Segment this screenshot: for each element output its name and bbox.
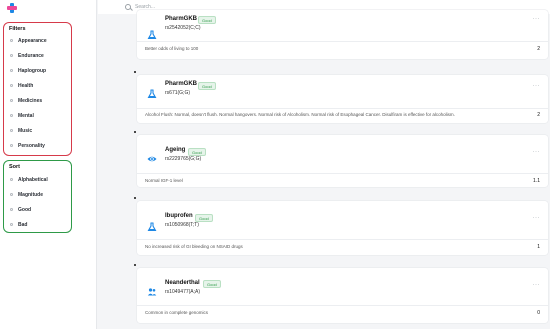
status-badge: Good <box>195 214 213 222</box>
flask-icon <box>147 27 157 40</box>
card-description: Better odds of living to 100 <box>145 46 199 51</box>
app-logo-icon[interactable] <box>7 3 17 13</box>
card-title: Neanderthal <box>165 280 200 286</box>
filter-personality[interactable]: Personality <box>10 141 45 150</box>
filter-appearance[interactable]: Appearance <box>10 36 47 45</box>
divider <box>137 305 548 306</box>
radio-icon[interactable] <box>10 208 13 211</box>
card-count: 2 <box>537 112 540 118</box>
list-bullet <box>134 197 136 199</box>
snp-card[interactable]: Ageing Good rs2229765(G;G) ··· Normal IG… <box>134 131 548 187</box>
card-rsid: rs671(G;G) <box>165 90 191 96</box>
radio-icon[interactable] <box>10 99 13 102</box>
filter-medicines[interactable]: Medicines <box>10 96 42 105</box>
status-badge: Good <box>203 280 221 288</box>
more-options-icon[interactable]: ··· <box>533 83 541 89</box>
card-title: Ageing <box>165 147 186 153</box>
radio-icon[interactable] <box>10 178 13 181</box>
sort-panel: Sort Alphabetical Magnitude Good Bad <box>3 160 72 233</box>
radio-icon[interactable] <box>10 54 13 57</box>
sidebar: Filters Appearance Endurance Haplogroup … <box>0 0 97 329</box>
status-badge: Good <box>198 16 216 24</box>
radio-icon[interactable] <box>10 129 13 132</box>
card-title: PharmGKB <box>165 81 198 87</box>
snp-card[interactable]: PharmGKB Good rs2542052(C;C) ··· Better … <box>137 10 548 59</box>
flask-icon <box>147 86 157 99</box>
sort-magnitude[interactable]: Magnitude <box>10 190 43 199</box>
sort-title: Sort <box>9 164 20 170</box>
card-count: 2 <box>537 46 540 52</box>
card-title: PharmGKB <box>165 16 198 22</box>
filters-panel: Filters Appearance Endurance Haplogroup … <box>3 22 72 156</box>
eye-icon <box>147 151 157 162</box>
radio-icon[interactable] <box>10 114 13 117</box>
card-rsid: rs2229765(G;G) <box>165 156 202 162</box>
search-icon <box>125 4 131 10</box>
filter-endurance[interactable]: Endurance <box>10 51 44 60</box>
card-rsid: rs2542052(C;C) <box>165 25 201 31</box>
divider <box>137 173 548 174</box>
sort-alphabetical[interactable]: Alphabetical <box>10 175 48 184</box>
filters-title: Filters <box>9 26 26 32</box>
divider <box>137 239 548 240</box>
filter-music[interactable]: Music <box>10 126 32 135</box>
flask-icon <box>147 219 157 232</box>
more-options-icon[interactable]: ··· <box>533 149 541 155</box>
filter-mental[interactable]: Mental <box>10 111 34 120</box>
card-description: Common in complete genomics <box>145 310 209 315</box>
radio-icon[interactable] <box>10 223 13 226</box>
radio-icon[interactable] <box>10 69 13 72</box>
card-count: 0 <box>537 310 540 316</box>
card-title: Ibuprofen <box>165 213 193 219</box>
list-bullet <box>134 131 136 133</box>
divider <box>137 41 548 42</box>
radio-icon[interactable] <box>10 39 13 42</box>
radio-icon[interactable] <box>10 144 13 147</box>
card-description: Normal IGF-1 level <box>145 178 183 183</box>
snp-card[interactable]: Ibuprofen Good rs1050968(T;T) ··· No inc… <box>134 197 548 255</box>
card-description: No increased risk of GI bleeding on NSAI… <box>145 244 243 249</box>
more-options-icon[interactable]: ··· <box>533 282 541 288</box>
radio-icon[interactable] <box>10 193 13 196</box>
card-count: 1.1 <box>533 178 540 184</box>
card-rsid: rs1050968(T;T) <box>165 222 199 228</box>
filter-health[interactable]: Health <box>10 81 33 90</box>
people-icon <box>147 284 157 296</box>
sort-good[interactable]: Good <box>10 205 31 214</box>
snp-card[interactable]: PharmGKB Good rs671(G;G) ··· Alcohol Flu… <box>134 71 548 123</box>
list-bullet <box>134 71 136 73</box>
card-description: Alcohol Flush: Normal, doesn't flush. No… <box>145 112 455 117</box>
divider <box>137 108 548 109</box>
list-bullet <box>134 264 136 266</box>
card-rsid: rs1049477(A;A) <box>165 289 201 295</box>
radio-icon[interactable] <box>10 84 13 87</box>
status-badge: Good <box>198 82 216 90</box>
more-options-icon[interactable]: ··· <box>533 16 541 22</box>
snp-card[interactable]: Neanderthal Good rs1049477(A;A) ··· Comm… <box>134 264 548 323</box>
card-count: 1 <box>537 244 540 250</box>
status-badge: Good <box>188 148 206 156</box>
more-options-icon[interactable]: ··· <box>533 215 541 221</box>
filter-haplogroup[interactable]: Haplogroup <box>10 66 46 75</box>
sort-bad[interactable]: Bad <box>10 220 27 229</box>
